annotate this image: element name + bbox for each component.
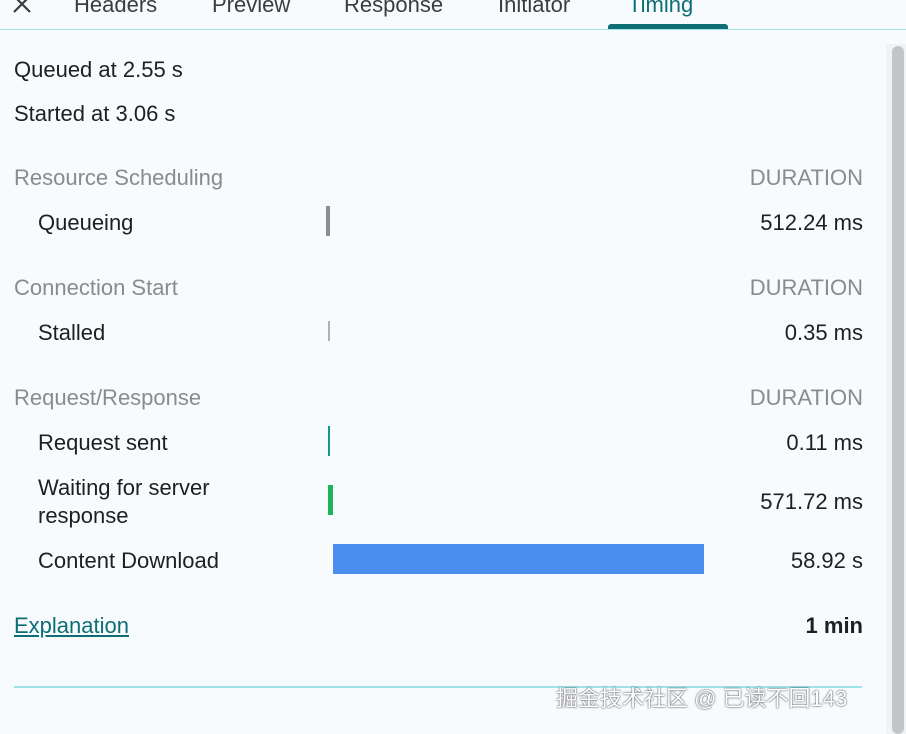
duration-header: DURATION: [749, 165, 863, 190]
row-label-waiting-line2: response: [38, 503, 129, 528]
timing-panel: Headers Preview Response Initiator Timin…: [0, 0, 906, 734]
section-title-request-response: Request/Response: [14, 385, 202, 410]
row-label-queueing: Queueing: [38, 210, 134, 235]
watermark: 掘金技术社区 @ 已读不回143: [556, 686, 848, 711]
section-title-connection-start: Connection Start: [14, 275, 178, 300]
row-label-stalled: Stalled: [38, 320, 106, 345]
tab-headers[interactable]: Headers: [74, 0, 157, 22]
timing-bar-stalled: [328, 321, 330, 341]
tab-bar: Headers Preview Response Initiator Timin…: [0, 0, 906, 30]
queued-at-text: Queued at 2.55 s: [14, 57, 183, 82]
row-value-waiting: 571.72 ms: [760, 489, 863, 514]
timing-bar-waiting: [328, 485, 333, 515]
explanation-link[interactable]: Explanation: [14, 613, 129, 639]
timing-bar-content-download: [333, 544, 704, 574]
row-value-request-sent: 0.11 ms: [786, 430, 863, 455]
section-title-resource-scheduling: Resource Scheduling: [14, 165, 224, 190]
close-icon[interactable]: [10, 0, 34, 16]
row-label-request-sent: Request sent: [38, 430, 168, 455]
started-at-text: Started at 3.06 s: [14, 101, 176, 126]
row-value-stalled: 0.35 ms: [784, 320, 863, 345]
tab-preview[interactable]: Preview: [212, 0, 290, 22]
row-value-content-download: 58.92 s: [790, 548, 863, 573]
total-duration: 1 min: [805, 613, 863, 638]
timing-bar-request-sent: [328, 426, 330, 456]
active-tab-indicator: [608, 24, 728, 29]
row-label-content-download: Content Download: [38, 548, 220, 573]
scrollbar-thumb[interactable]: [892, 46, 904, 734]
row-value-queueing: 512.24 ms: [760, 210, 863, 235]
tab-timing[interactable]: Timing: [628, 0, 693, 22]
row-label-waiting-line1: Waiting for server: [38, 475, 210, 500]
timing-bar-queueing: [326, 206, 330, 236]
duration-header: DURATION: [749, 275, 863, 300]
duration-header: DURATION: [749, 385, 863, 410]
tab-initiator[interactable]: Initiator: [498, 0, 570, 22]
tab-response[interactable]: Response: [344, 0, 443, 22]
